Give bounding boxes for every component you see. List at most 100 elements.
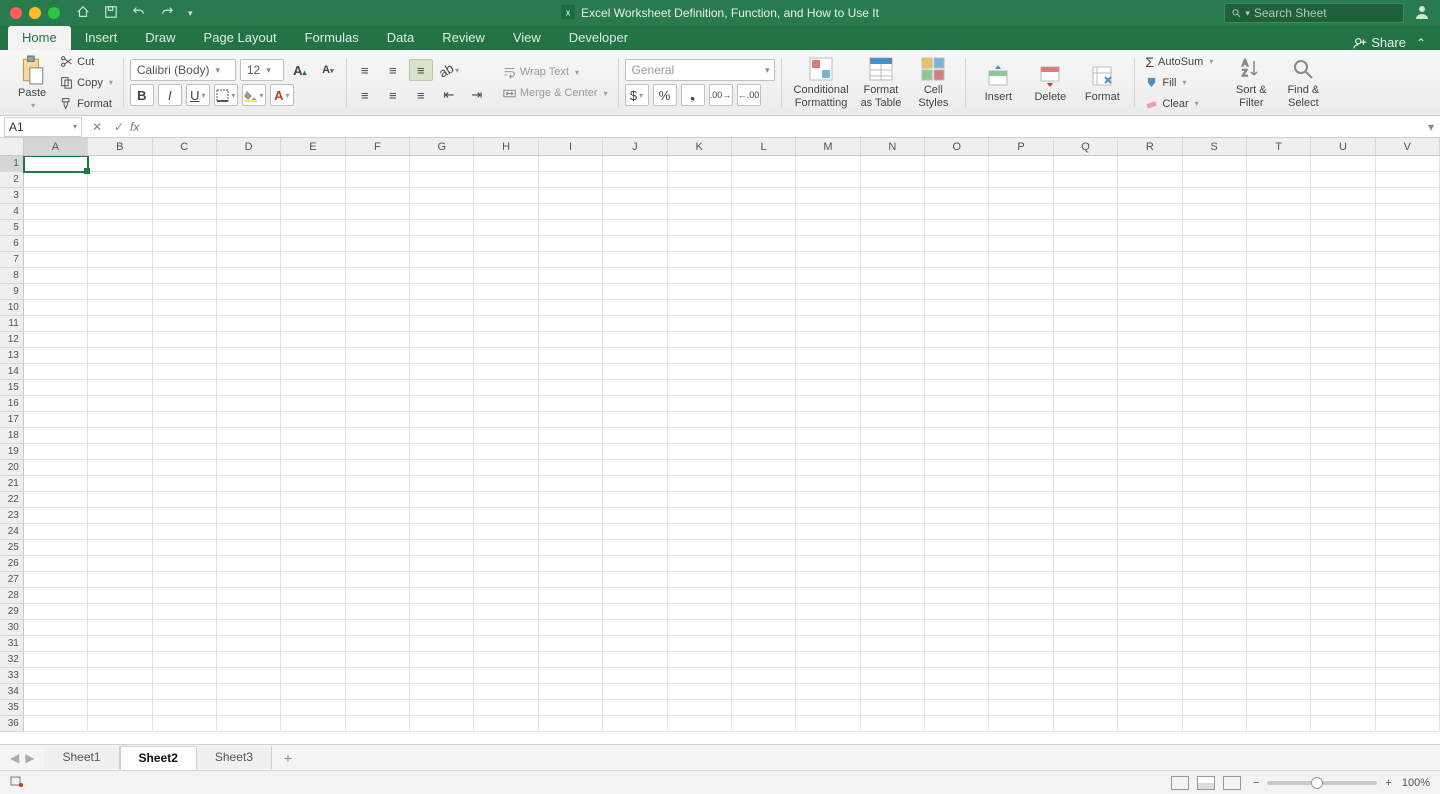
cell[interactable] [1376, 316, 1440, 332]
cell[interactable] [539, 620, 603, 636]
cell[interactable] [861, 204, 925, 220]
cell[interactable] [281, 396, 345, 412]
cell[interactable] [153, 428, 217, 444]
cell[interactable] [796, 220, 860, 236]
cell[interactable] [88, 204, 152, 220]
cell[interactable] [732, 156, 796, 172]
cell[interactable] [539, 460, 603, 476]
row-header[interactable]: 17 [0, 412, 24, 428]
cell[interactable] [861, 508, 925, 524]
cell[interactable] [925, 684, 989, 700]
cell[interactable] [1118, 156, 1182, 172]
cell[interactable] [1247, 460, 1311, 476]
cell[interactable] [217, 508, 281, 524]
cell[interactable] [668, 300, 732, 316]
tab-home[interactable]: Home [8, 26, 71, 50]
cell[interactable] [925, 620, 989, 636]
cell[interactable] [539, 412, 603, 428]
cell[interactable] [1054, 556, 1118, 572]
cell[interactable] [668, 652, 732, 668]
cell[interactable] [1183, 492, 1247, 508]
tab-view[interactable]: View [499, 26, 555, 50]
cell[interactable] [925, 700, 989, 716]
cell[interactable] [1311, 572, 1375, 588]
cell[interactable] [346, 348, 410, 364]
cell[interactable] [732, 396, 796, 412]
minimize-window-button[interactable] [29, 7, 41, 19]
cell[interactable] [410, 476, 474, 492]
cell[interactable] [1376, 268, 1440, 284]
cell[interactable] [539, 396, 603, 412]
cell[interactable] [410, 604, 474, 620]
cell[interactable] [217, 604, 281, 620]
cell[interactable] [668, 668, 732, 684]
cell[interactable] [796, 284, 860, 300]
cell[interactable] [24, 268, 88, 284]
cell[interactable] [1311, 332, 1375, 348]
align-right-button[interactable]: ≡ [409, 84, 433, 106]
cell[interactable] [1311, 188, 1375, 204]
row-header[interactable]: 4 [0, 204, 24, 220]
ribbon-collapse-icon[interactable]: ⌃ [1416, 36, 1426, 50]
cell[interactable] [217, 476, 281, 492]
cell[interactable] [1376, 348, 1440, 364]
column-header[interactable]: L [732, 138, 796, 155]
cell[interactable] [796, 156, 860, 172]
cell[interactable] [668, 604, 732, 620]
cell[interactable] [346, 668, 410, 684]
cell[interactable] [732, 252, 796, 268]
cell[interactable] [732, 700, 796, 716]
cell[interactable] [732, 220, 796, 236]
cell[interactable] [1183, 364, 1247, 380]
cell[interactable] [1183, 588, 1247, 604]
cell[interactable] [796, 700, 860, 716]
cell[interactable] [989, 316, 1053, 332]
column-header[interactable]: N [861, 138, 925, 155]
cell[interactable] [925, 300, 989, 316]
row-header[interactable]: 3 [0, 188, 24, 204]
cell[interactable] [603, 380, 667, 396]
cell[interactable] [217, 716, 281, 732]
cell[interactable] [603, 412, 667, 428]
cell[interactable] [1054, 604, 1118, 620]
cell[interactable] [410, 156, 474, 172]
cell[interactable] [24, 636, 88, 652]
cell[interactable] [1183, 396, 1247, 412]
cell[interactable] [410, 620, 474, 636]
row-header[interactable]: 12 [0, 332, 24, 348]
cell[interactable] [796, 636, 860, 652]
underline-button[interactable]: U▾ [186, 84, 210, 106]
cell[interactable] [217, 364, 281, 380]
cell[interactable] [1247, 508, 1311, 524]
cell[interactable] [474, 540, 538, 556]
cell[interactable] [281, 604, 345, 620]
cell[interactable] [1247, 428, 1311, 444]
cell[interactable] [281, 492, 345, 508]
column-header[interactable]: B [88, 138, 152, 155]
cell[interactable] [539, 684, 603, 700]
cell[interactable] [603, 668, 667, 684]
cell[interactable] [732, 460, 796, 476]
cell[interactable] [668, 556, 732, 572]
zoom-out-button[interactable]: − [1253, 777, 1259, 789]
cell[interactable] [668, 636, 732, 652]
cell[interactable] [603, 508, 667, 524]
cell[interactable] [1247, 556, 1311, 572]
cell[interactable] [539, 636, 603, 652]
cell[interactable] [410, 572, 474, 588]
cell[interactable] [474, 380, 538, 396]
cell[interactable] [474, 284, 538, 300]
cell[interactable] [217, 572, 281, 588]
cell[interactable] [1118, 380, 1182, 396]
qat-dropdown-icon[interactable]: ▾ [188, 8, 193, 19]
cell[interactable] [861, 540, 925, 556]
row-header[interactable]: 33 [0, 668, 24, 684]
cell[interactable] [1118, 348, 1182, 364]
cell[interactable] [281, 556, 345, 572]
cell[interactable] [88, 604, 152, 620]
cell[interactable] [474, 252, 538, 268]
cell[interactable] [346, 700, 410, 716]
cell[interactable] [281, 380, 345, 396]
row-header[interactable]: 24 [0, 524, 24, 540]
cell[interactable] [1183, 684, 1247, 700]
